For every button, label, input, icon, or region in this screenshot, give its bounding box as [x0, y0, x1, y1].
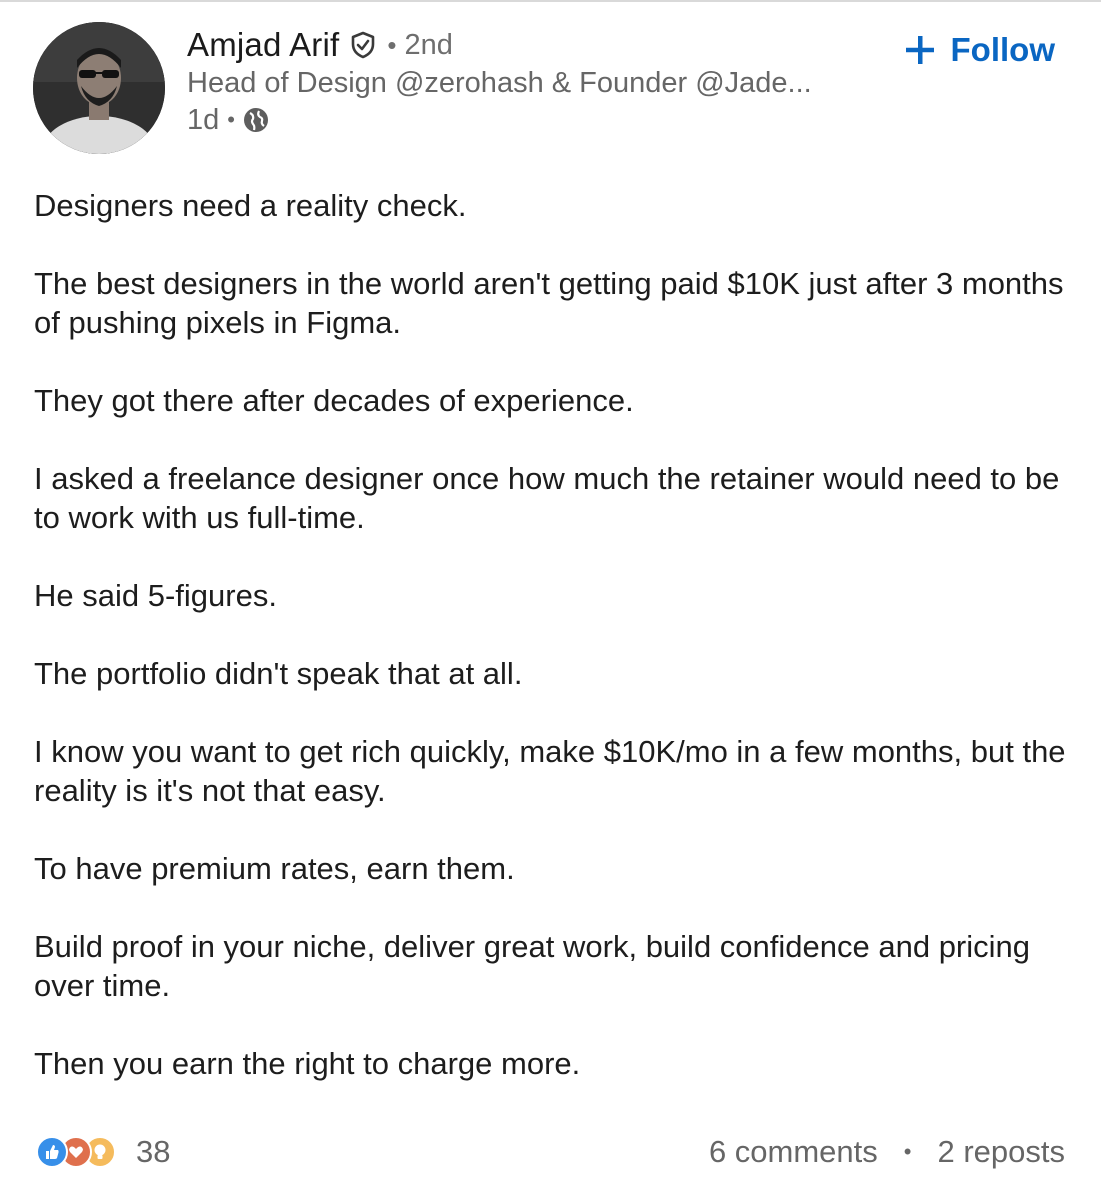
author-headline: Head of Design @zerohash & Founder @Jade… [187, 67, 812, 99]
social-counts: 6 comments • 2 reposts [709, 1132, 1065, 1172]
follow-label: Follow [950, 31, 1055, 68]
post-paragraph: The best designers in the world aren't g… [34, 266, 1064, 340]
post-paragraph: The portfolio didn't speak that at all. [34, 656, 523, 691]
post-paragraph: I know you want to get rich quickly, mak… [34, 734, 1066, 808]
reactions-summary[interactable]: 38 [36, 1132, 170, 1172]
like-icon [36, 1136, 68, 1168]
connection-degree: 2nd [404, 28, 453, 61]
post-time: 1d [187, 103, 220, 136]
post-paragraph: Then you earn the right to charge more. [34, 1046, 581, 1081]
social-separator-dot: • [903, 1139, 912, 1164]
reposts-link[interactable]: 2 reposts [937, 1134, 1065, 1170]
post-paragraph: To have premium rates, earn them. [34, 851, 515, 886]
name-separator-dot: • [387, 29, 397, 60]
reaction-count: 38 [136, 1134, 171, 1169]
top-divider [0, 0, 1101, 2]
post-body: Designers need a reality check. The best… [34, 186, 1074, 1122]
post-paragraph: Designers need a reality check. [34, 188, 467, 223]
author-avatar[interactable] [33, 22, 165, 154]
comments-link[interactable]: 6 comments [709, 1134, 878, 1170]
follow-button[interactable]: Follow [903, 26, 1055, 74]
meta-separator-dot: • [227, 107, 235, 132]
post-paragraph: He said 5-figures. [34, 578, 277, 613]
post-paragraph: Build proof in your niche, deliver great… [34, 929, 1031, 1003]
post-meta: 1d • [187, 101, 269, 139]
post-paragraph: They got there after decades of experien… [34, 383, 634, 418]
author-name-row: Amjad Arif • 2nd [187, 22, 453, 68]
globe-icon [243, 107, 269, 133]
reaction-icons [36, 1134, 122, 1170]
plus-icon [903, 33, 937, 67]
post-paragraph: I asked a freelance designer once how mu… [34, 461, 1060, 535]
verified-shield-icon [349, 31, 377, 59]
author-name[interactable]: Amjad Arif [187, 26, 339, 64]
